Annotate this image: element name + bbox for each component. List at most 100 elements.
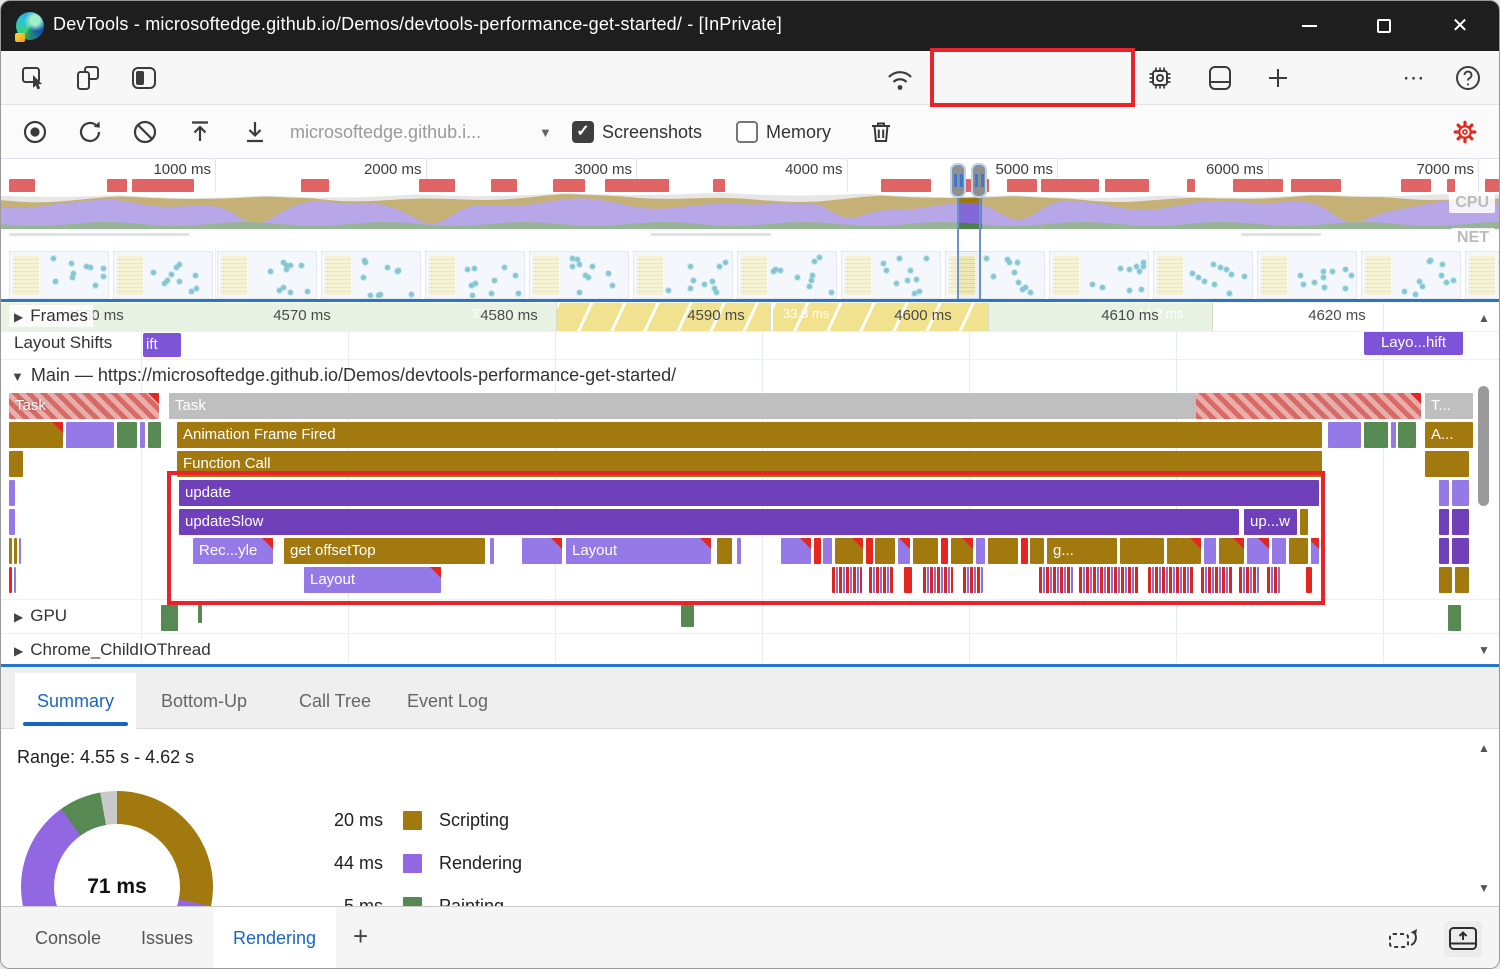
gpu-track-label[interactable]: ▶ GPU [9, 605, 73, 627]
flame-event[interactable] [1328, 422, 1361, 448]
detail-tab-event-log[interactable]: Event Log [385, 673, 510, 729]
load-profile-button[interactable] [186, 118, 214, 146]
tab-application[interactable] [1205, 63, 1235, 93]
flame-event[interactable] [490, 538, 494, 564]
flame-event[interactable] [9, 567, 12, 593]
inspect-element-button[interactable] [19, 63, 49, 93]
screenshot-thumbnail[interactable] [1153, 251, 1253, 299]
flame-event[interactable] [1167, 538, 1201, 564]
flame-event[interactable] [1439, 567, 1452, 593]
flame-event-function-call[interactable]: Function Call [177, 451, 1322, 477]
flame-event[interactable] [1239, 567, 1259, 593]
flame-event-up-w[interactable]: up...w [1244, 509, 1297, 535]
record-button[interactable] [21, 118, 49, 146]
more-tabs-button[interactable] [1263, 63, 1293, 93]
drawer-tab-console[interactable]: Console [15, 907, 121, 968]
tab-memory[interactable] [1145, 63, 1175, 93]
screenshot-thumbnail[interactable] [1361, 251, 1461, 299]
detail-tab-summary[interactable]: Summary [15, 673, 137, 729]
flame-event-layout[interactable]: Layout [304, 567, 441, 593]
layout-shift-badge-right[interactable]: Layo...hift [1364, 331, 1463, 355]
screenshot-thumbnail[interactable] [321, 251, 421, 299]
flame-event[interactable] [1391, 422, 1396, 448]
flame-event-layout[interactable]: Layout [566, 538, 711, 564]
flame-event[interactable] [1439, 538, 1449, 564]
screenshot-thumbnail[interactable] [1049, 251, 1149, 299]
flame-event[interactable] [1247, 538, 1269, 564]
flame-event[interactable] [1120, 538, 1164, 564]
flame-event-updateslow[interactable]: updateSlow [179, 509, 1239, 535]
help-button[interactable] [1453, 63, 1483, 93]
flame-event[interactable] [923, 567, 953, 593]
screenshot-thumbnail[interactable] [425, 251, 525, 299]
flame-event[interactable] [198, 605, 202, 623]
flame-event[interactable] [1452, 538, 1469, 564]
gc-button[interactable] [867, 118, 895, 146]
flame-scrollbar-thumb[interactable] [1478, 386, 1489, 506]
flame-event[interactable] [1079, 567, 1139, 593]
screenshot-thumbnail[interactable] [113, 251, 213, 299]
flame-event[interactable] [1148, 567, 1194, 593]
flame-event[interactable] [1439, 509, 1449, 535]
flame-event-rec-yle[interactable]: Rec...yle [193, 538, 273, 564]
screenshot-thumbnail[interactable] [737, 251, 837, 299]
flame-event[interactable] [117, 422, 137, 448]
io-thread-track-label[interactable]: ▶ Chrome_ChildIOThread [9, 639, 216, 661]
flame-event[interactable] [875, 538, 895, 564]
flame-event[interactable] [161, 605, 178, 631]
flame-event[interactable] [9, 480, 15, 506]
summary-scroll-up[interactable]: ▲ [1473, 741, 1495, 755]
flame-event[interactable] [1289, 538, 1308, 564]
detail-tab-call-tree[interactable]: Call Tree [277, 673, 393, 729]
screenshots-checkbox[interactable]: ✓ [572, 121, 594, 143]
flame-event[interactable] [976, 538, 985, 564]
flame-event[interactable] [1196, 393, 1421, 419]
customize-devtools-button[interactable]: ⋯ [1399, 63, 1429, 93]
device-emulation-button[interactable] [73, 63, 103, 93]
flame-event-g-[interactable]: g... [1047, 538, 1117, 564]
flame-event[interactable] [832, 567, 862, 593]
flame-event[interactable] [9, 422, 63, 448]
flame-event[interactable] [1204, 538, 1216, 564]
flame-event[interactable] [835, 538, 863, 564]
flame-event[interactable] [681, 605, 694, 627]
flame-event[interactable] [14, 567, 16, 593]
flame-event[interactable] [866, 538, 873, 564]
screenshot-thumbnail[interactable] [1257, 251, 1357, 299]
flame-event[interactable] [148, 422, 161, 448]
flame-event[interactable] [1452, 509, 1469, 535]
flame-event[interactable] [1306, 567, 1312, 593]
flame-event-t-[interactable]: T... [1425, 393, 1473, 419]
record-and-reload-button[interactable] [76, 118, 104, 146]
clear-recording-button[interactable] [131, 118, 159, 146]
focus-page-button[interactable] [129, 63, 159, 93]
flame-event-get-offsettop[interactable]: get offsetTop [284, 538, 485, 564]
flame-event-a-[interactable]: A... [1425, 422, 1473, 448]
flame-event[interactable] [1452, 480, 1469, 506]
flame-event[interactable] [1425, 451, 1469, 477]
tab-network[interactable] [885, 65, 915, 95]
flame-event[interactable] [1219, 538, 1244, 564]
flame-event[interactable] [1455, 567, 1469, 593]
screenshot-thumbnail[interactable] [529, 251, 629, 299]
flame-event[interactable] [9, 509, 15, 535]
screenshot-thumbnail[interactable] [9, 251, 109, 299]
flame-event[interactable] [869, 567, 893, 593]
flame-event[interactable] [9, 538, 12, 564]
flame-event[interactable] [1448, 605, 1461, 631]
flame-event[interactable] [717, 538, 732, 564]
flame-event[interactable] [737, 538, 741, 564]
chevron-down-icon[interactable]: ▼ [539, 125, 552, 140]
flame-event[interactable] [1021, 538, 1028, 564]
flame-event[interactable] [66, 422, 114, 448]
flame-event[interactable] [814, 538, 821, 564]
close-button[interactable]: ✕ [1429, 1, 1491, 51]
flame-scroll-up[interactable]: ▲ [1473, 311, 1495, 325]
flame-event-update[interactable]: update [179, 480, 1319, 506]
more-drawer-tabs-button[interactable]: + [353, 921, 368, 952]
flame-event[interactable] [1030, 538, 1044, 564]
flame-event-task[interactable]: Task [9, 393, 159, 419]
maximize-button[interactable] [1353, 1, 1415, 51]
save-profile-button[interactable] [241, 118, 269, 146]
summary-scroll-down[interactable]: ▼ [1473, 881, 1495, 895]
